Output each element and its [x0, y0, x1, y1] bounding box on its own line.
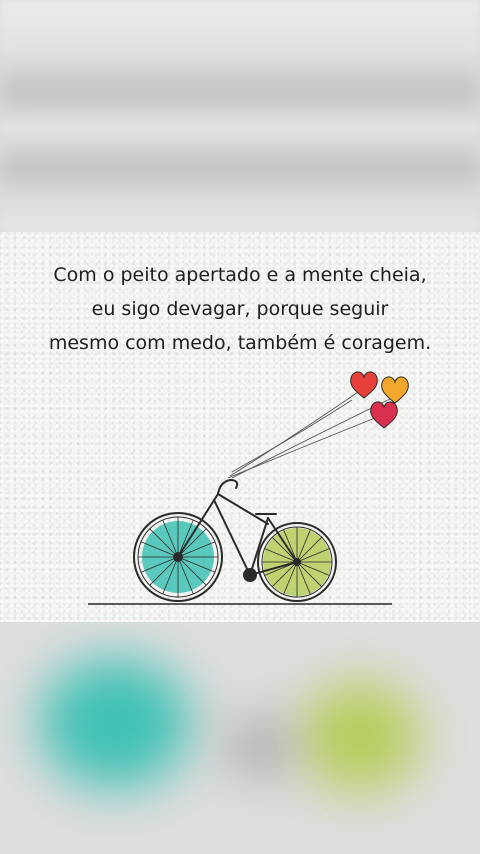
quote-card: Com o peito apertado e a mente cheia, eu… [0, 232, 480, 622]
blurred-background-top [0, 0, 480, 232]
heart-balloon-pink [370, 401, 398, 429]
blurred-green-blob [300, 682, 420, 792]
blurred-gray-blob [230, 722, 290, 772]
balloon-strings [227, 391, 393, 479]
post-frame: Com o peito apertado e a mente cheia, eu… [0, 0, 480, 854]
blurred-background-bottom [0, 622, 480, 854]
bicycle-illustration [88, 371, 409, 605]
heart-balloon-orange [381, 376, 409, 404]
blurred-teal-blob [40, 658, 190, 788]
pedal-crank [243, 568, 257, 582]
